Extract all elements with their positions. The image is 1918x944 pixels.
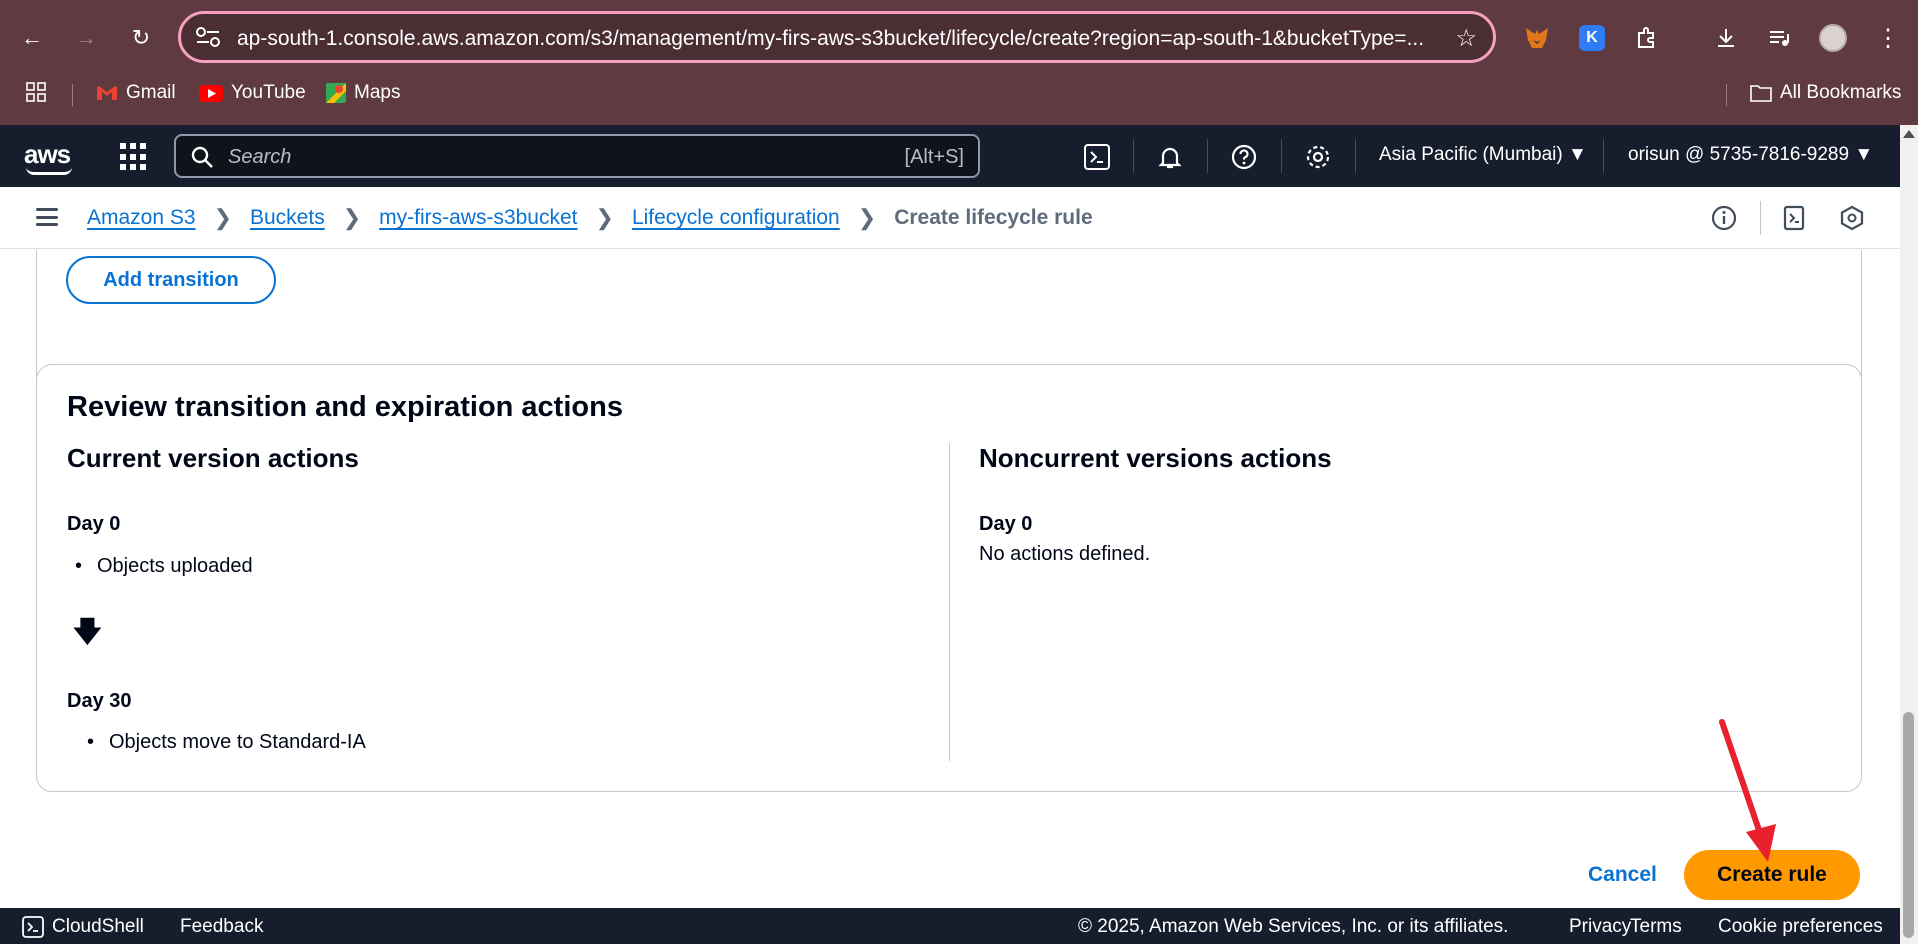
breadcrumb-lifecycle[interactable]: Lifecycle configuration [632, 206, 840, 230]
column-divider [949, 443, 950, 761]
site-settings-icon[interactable] [195, 26, 221, 48]
arrow-down-icon: 🡇 [73, 616, 102, 647]
chevron-right-icon: ❯ [342, 205, 362, 230]
extensions-puzzle-icon[interactable] [1633, 24, 1661, 52]
hexagon-settings-icon[interactable] [1838, 204, 1866, 232]
youtube-icon [199, 84, 223, 102]
review-title: Review transition and expiration actions [67, 391, 623, 423]
cloudshell-icon[interactable] [1082, 142, 1112, 172]
scroll-up-icon[interactable] [1903, 130, 1915, 138]
folder-icon [1750, 85, 1772, 102]
current-day30-item: Objects move to Standard-IA [87, 731, 366, 754]
reload-icon[interactable]: ↻ [123, 20, 159, 56]
cloudshell-icon [22, 916, 44, 938]
bookmark-gmail[interactable]: Gmail [96, 82, 176, 104]
bookmark-youtube[interactable]: YouTube [199, 82, 306, 104]
forward-icon[interactable]: → [68, 20, 104, 56]
breadcrumb: Amazon S3 ❯ Buckets ❯ my-firs-aws-s3buck… [87, 205, 1093, 231]
all-bookmarks[interactable]: All Bookmarks [1750, 82, 1901, 104]
browser-menu-icon[interactable]: ⋮ [1874, 24, 1902, 52]
footer-terms[interactable]: Terms [1630, 916, 1682, 938]
current-version-title: Current version actions [67, 443, 359, 473]
noncurrent-day0-label: Day 0 [979, 513, 1033, 535]
current-day0-item: Objects uploaded [75, 555, 253, 578]
main-content: Add transition Review transition and exp… [0, 250, 1900, 908]
review-card: Review transition and expiration actions… [36, 364, 1862, 792]
console-footer: CloudShell Feedback © 2025, Amazon Web S… [0, 908, 1900, 944]
side-nav-menu-icon[interactable] [36, 208, 58, 226]
account-menu[interactable]: orisun @ 5735-7816-9289 ▼ [1628, 144, 1873, 166]
breadcrumb-bucket[interactable]: my-firs-aws-s3bucket [379, 206, 577, 230]
help-icon[interactable] [1229, 142, 1259, 172]
current-day0-label: Day 0 [67, 513, 121, 535]
download-icon[interactable] [1712, 24, 1740, 52]
profile-avatar[interactable] [1819, 24, 1847, 52]
add-transition-button[interactable]: Add transition [66, 256, 276, 304]
footer-privacy[interactable]: Privacy [1569, 916, 1631, 938]
search-placeholder: Search [228, 146, 292, 168]
noncurrent-day0-text: No actions defined. [979, 543, 1151, 565]
aws-logo[interactable]: aws [24, 139, 71, 170]
settings-gear-icon[interactable] [1303, 142, 1333, 172]
create-rule-button[interactable]: Create rule [1684, 850, 1860, 900]
maps-icon [326, 83, 346, 103]
browser-chrome: ← → ↻ ap-south-1.console.aws.amazon.com/… [0, 0, 1918, 125]
address-bar[interactable]: ap-south-1.console.aws.amazon.com/s3/man… [178, 11, 1496, 63]
aws-top-nav: aws Search [Alt+S] Asia Pacific (Mumbai)… [0, 125, 1900, 187]
back-icon[interactable]: ← [14, 20, 50, 56]
bookmarks-bar: Gmail YouTube Maps All Bookmarks [0, 76, 1918, 112]
services-menu-icon[interactable] [120, 143, 148, 171]
noncurrent-versions-title: Noncurrent versions actions [979, 443, 1332, 473]
bookmark-star-icon[interactable]: ☆ [1455, 24, 1477, 53]
footer-feedback[interactable]: Feedback [180, 916, 263, 938]
gmail-icon [97, 86, 117, 100]
url-text: ap-south-1.console.aws.amazon.com/s3/man… [237, 27, 1425, 50]
chevron-right-icon: ❯ [595, 205, 614, 230]
info-icon[interactable] [1710, 204, 1738, 232]
notes-icon[interactable] [1780, 204, 1808, 232]
breadcrumb-buckets[interactable]: Buckets [250, 206, 325, 230]
k-extension-icon[interactable]: K [1578, 24, 1606, 52]
notifications-bell-icon[interactable] [1155, 142, 1185, 172]
media-queue-icon[interactable] [1765, 24, 1793, 52]
footer-copyright: © 2025, Amazon Web Services, Inc. or its… [1078, 916, 1509, 937]
cancel-button[interactable]: Cancel [1588, 863, 1657, 887]
current-day30-label: Day 30 [67, 690, 132, 712]
search-input[interactable]: Search [Alt+S] [174, 134, 980, 178]
breadcrumb-amazon-s3[interactable]: Amazon S3 [87, 206, 196, 230]
footer-cookie-preferences[interactable]: Cookie preferences [1718, 916, 1883, 938]
search-icon [191, 146, 213, 168]
search-shortcut: [Alt+S] [904, 146, 964, 168]
breadcrumb-bar: Amazon S3 ❯ Buckets ❯ my-firs-aws-s3buck… [0, 187, 1900, 249]
footer-cloudshell[interactable]: CloudShell [22, 916, 144, 938]
chevron-right-icon: ❯ [213, 205, 232, 230]
chevron-right-icon: ❯ [857, 205, 877, 230]
aws-logo-smile [26, 167, 72, 175]
breadcrumb-current: Create lifecycle rule [894, 206, 1093, 229]
metamask-extension-icon[interactable] [1523, 24, 1551, 52]
scrollbar-thumb[interactable] [1903, 712, 1914, 938]
apps-grid-icon[interactable] [26, 82, 46, 102]
region-selector[interactable]: Asia Pacific (Mumbai) ▼ [1379, 144, 1587, 166]
bookmark-maps[interactable]: Maps [326, 82, 400, 104]
